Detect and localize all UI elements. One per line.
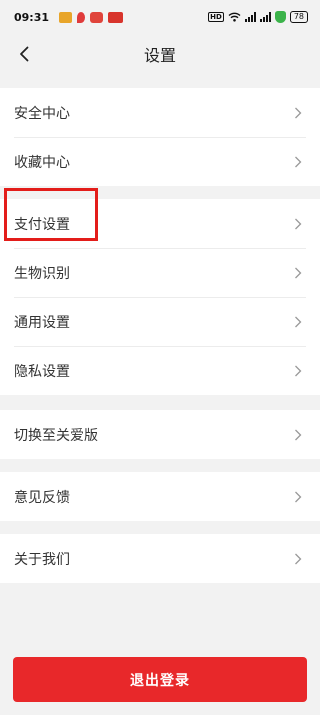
menu-item-security-center[interactable]: 安全中心 — [0, 88, 320, 137]
notification-app-icon — [108, 11, 124, 23]
menu-item-label: 安全中心 — [14, 105, 70, 122]
settings-group-account: 安全中心 收藏中心 — [0, 88, 320, 186]
chevron-right-icon — [295, 553, 302, 564]
notification-app-icon — [59, 11, 73, 23]
shield-icon — [274, 11, 286, 23]
menu-item-label: 通用设置 — [14, 314, 70, 331]
settings-group-care-mode: 切换至关爱版 — [0, 410, 320, 459]
chevron-right-icon — [295, 107, 302, 118]
chevron-right-icon — [295, 267, 302, 278]
status-bar: 09:31 HD 78 — [0, 0, 320, 34]
highlight-annotation — [4, 188, 98, 241]
menu-item-label: 收藏中心 — [14, 154, 70, 171]
menu-item-label: 关于我们 — [14, 551, 70, 568]
chevron-right-icon — [295, 429, 302, 440]
menu-item-about-us[interactable]: 关于我们 — [0, 534, 320, 583]
nav-bar: 设置 — [0, 34, 320, 74]
chevron-right-icon — [295, 218, 302, 229]
location-pin-icon — [77, 11, 86, 23]
menu-item-label: 切换至关爱版 — [14, 427, 98, 444]
status-time: 09:31 — [14, 10, 50, 24]
status-indicators: HD 78 — [208, 11, 308, 23]
notification-app-icon — [90, 11, 104, 23]
page-title: 设置 — [143, 46, 176, 65]
hd-badge: HD — [208, 12, 224, 22]
chevron-left-icon — [20, 46, 29, 62]
menu-item-biometrics[interactable]: 生物识别 — [0, 248, 320, 297]
signal-icon — [259, 12, 271, 22]
settings-group-feedback: 意见反馈 — [0, 472, 320, 521]
chevron-right-icon — [295, 156, 302, 167]
chevron-right-icon — [295, 491, 302, 502]
chevron-right-icon — [295, 365, 302, 376]
menu-item-privacy-settings[interactable]: 隐私设置 — [0, 346, 320, 395]
settings-group-about: 关于我们 — [0, 534, 320, 583]
menu-item-care-mode[interactable]: 切换至关爱版 — [0, 410, 320, 459]
menu-item-label: 意见反馈 — [14, 489, 70, 506]
menu-item-favorites-center[interactable]: 收藏中心 — [0, 137, 320, 186]
chevron-right-icon — [295, 316, 302, 327]
logout-button[interactable]: 退出登录 — [13, 657, 307, 702]
menu-item-general-settings[interactable]: 通用设置 — [0, 297, 320, 346]
menu-item-feedback[interactable]: 意见反馈 — [0, 472, 320, 521]
battery-indicator: 78 — [289, 11, 308, 23]
wifi-icon — [228, 12, 241, 22]
signal-icon — [244, 12, 256, 22]
menu-item-label: 生物识别 — [14, 265, 70, 282]
back-button[interactable] — [10, 40, 38, 68]
menu-item-label: 隐私设置 — [14, 363, 70, 380]
